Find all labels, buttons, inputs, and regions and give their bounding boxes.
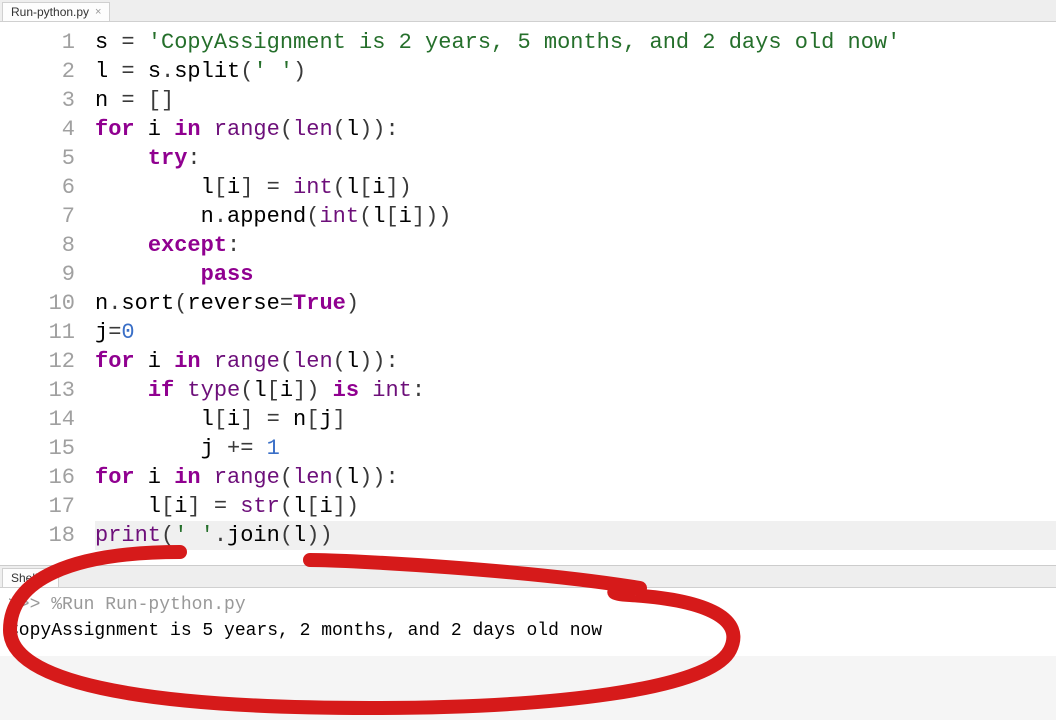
- code-line[interactable]: for i in range(len(l)):: [95, 115, 1056, 144]
- code-line[interactable]: print(' '.join(l)): [95, 521, 1056, 550]
- code-line[interactable]: n.sort(reverse=True): [95, 289, 1056, 318]
- line-number-gutter: 123456789101112131415161718: [0, 22, 85, 565]
- code-line[interactable]: n.append(int(l[i])): [95, 202, 1056, 231]
- editor-panel: Run-python.py × 123456789101112131415161…: [0, 0, 1056, 565]
- line-number: 15: [0, 434, 75, 463]
- shell-tab[interactable]: Shell ×: [2, 568, 59, 587]
- code-line[interactable]: n = []: [95, 86, 1056, 115]
- line-number: 9: [0, 260, 75, 289]
- line-number: 7: [0, 202, 75, 231]
- shell-command: %Run Run-python.py: [51, 595, 245, 615]
- code-line[interactable]: j=0: [95, 318, 1056, 347]
- line-number: 3: [0, 86, 75, 115]
- line-number: 10: [0, 289, 75, 318]
- line-number: 14: [0, 405, 75, 434]
- line-number: 6: [0, 173, 75, 202]
- editor-tab[interactable]: Run-python.py ×: [2, 2, 110, 21]
- shell-body[interactable]: >>> %Run Run-python.py CopyAssignment is…: [0, 588, 1056, 656]
- line-number: 16: [0, 463, 75, 492]
- shell-tab-label: Shell: [11, 571, 38, 585]
- code-line[interactable]: for i in range(len(l)):: [95, 347, 1056, 376]
- close-icon[interactable]: ×: [42, 572, 52, 584]
- line-number: 2: [0, 57, 75, 86]
- shell-panel: Shell × >>> %Run Run-python.py CopyAssig…: [0, 565, 1056, 656]
- shell-prompt: >>>: [8, 595, 51, 615]
- code-line[interactable]: j += 1: [95, 434, 1056, 463]
- code-line[interactable]: l[i] = n[j]: [95, 405, 1056, 434]
- editor-area[interactable]: 123456789101112131415161718 s = 'CopyAss…: [0, 22, 1056, 565]
- code-line[interactable]: s = 'CopyAssignment is 2 years, 5 months…: [95, 28, 1056, 57]
- line-number: 17: [0, 492, 75, 521]
- line-number: 12: [0, 347, 75, 376]
- code-line[interactable]: l[i] = int(l[i]): [95, 173, 1056, 202]
- code-content[interactable]: s = 'CopyAssignment is 2 years, 5 months…: [85, 22, 1056, 565]
- shell-output: CopyAssignment is 5 years, 2 months, and…: [8, 621, 602, 641]
- code-line[interactable]: l[i] = str(l[i]): [95, 492, 1056, 521]
- line-number: 8: [0, 231, 75, 260]
- code-line[interactable]: except:: [95, 231, 1056, 260]
- editor-tab-label: Run-python.py: [11, 5, 89, 19]
- editor-tabbar: Run-python.py ×: [0, 0, 1056, 22]
- code-line[interactable]: try:: [95, 144, 1056, 173]
- code-line[interactable]: if type(l[i]) is int:: [95, 376, 1056, 405]
- line-number: 1: [0, 28, 75, 57]
- line-number: 11: [0, 318, 75, 347]
- code-line[interactable]: pass: [95, 260, 1056, 289]
- close-icon[interactable]: ×: [93, 6, 103, 18]
- code-line[interactable]: for i in range(len(l)):: [95, 463, 1056, 492]
- line-number: 18: [0, 521, 75, 550]
- line-number: 5: [0, 144, 75, 173]
- line-number: 4: [0, 115, 75, 144]
- code-line[interactable]: l = s.split(' '): [95, 57, 1056, 86]
- line-number: 13: [0, 376, 75, 405]
- shell-tabbar: Shell ×: [0, 566, 1056, 588]
